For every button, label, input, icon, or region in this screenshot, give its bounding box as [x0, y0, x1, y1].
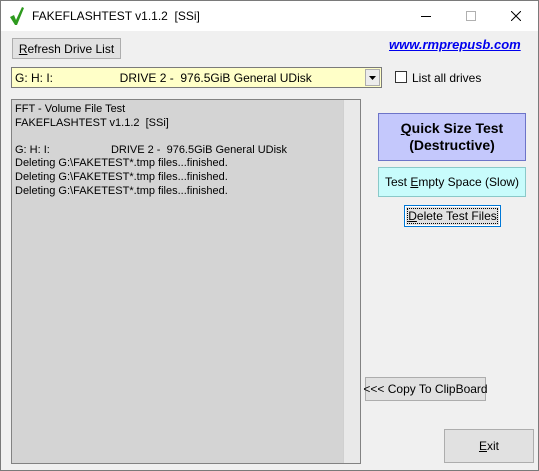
exit-accelerator: E — [478, 439, 487, 453]
test-empty-accelerator: E — [410, 175, 419, 189]
copy-to-clipboard-button[interactable]: <<< Copy To ClipBoard — [363, 377, 488, 401]
log-output[interactable]: FFT - Volume File Test FAKEFLASHTEST v1.1… — [11, 99, 361, 464]
refresh-drive-list-button[interactable]: Refresh Drive List — [12, 38, 121, 59]
log-line: Deleting G:\FAKETEST*.tmp files...finish… — [15, 170, 228, 183]
drive-select-value: G: H: I: DRIVE 2 - 976.5GiB General UDis… — [15, 71, 312, 85]
app-window: FAKEFLASHTEST v1.1.2 [SSi] Refresh Drive… — [0, 0, 539, 471]
quick-size-accelerator: Q — [400, 120, 412, 136]
close-button[interactable] — [493, 1, 538, 31]
log-scrollbar[interactable] — [343, 100, 360, 463]
window-title: FAKEFLASHTEST v1.1.2 [SSi] — [32, 9, 200, 23]
website-link[interactable]: www.rmprepusb.com — [389, 37, 521, 52]
list-all-drives-label[interactable]: List all drives — [412, 71, 481, 85]
log-text: FFT - Volume File Test FAKEFLASHTEST v1.1… — [15, 103, 342, 198]
list-all-drives-checkbox[interactable] — [395, 71, 407, 83]
delete-test-files-button[interactable]: Delete Test Files — [404, 205, 501, 227]
quick-size-label: uick Size Test — [411, 120, 504, 136]
quick-size-test-button[interactable]: Quick Size Test (Destructive) — [378, 113, 526, 161]
quick-size-line1: Quick Size Test — [401, 120, 503, 137]
log-line: G: H: I: DRIVE 2 - 976.5GiB General UDis… — [15, 143, 288, 156]
test-empty-label: mpty Space (Slow) — [418, 175, 520, 189]
minimize-button[interactable] — [403, 1, 449, 31]
minimize-icon — [421, 16, 431, 17]
drive-select-dropdown-button[interactable] — [365, 69, 380, 86]
drive-select[interactable]: G: H: I: DRIVE 2 - 976.5GiB General UDis… — [11, 67, 382, 88]
title-bar[interactable]: FAKEFLASHTEST v1.1.2 [SSi] — [1, 1, 538, 31]
test-empty-space-button[interactable]: Test Empty Space (Slow) — [378, 167, 526, 197]
focus-rectangle — [407, 208, 498, 224]
quick-size-line2: (Destructive) — [409, 137, 495, 153]
test-empty-prefix: Test — [384, 175, 411, 189]
close-icon — [511, 11, 521, 21]
maximize-button[interactable] — [448, 1, 494, 31]
refresh-accelerator: R — [18, 41, 28, 56]
exit-button[interactable]: Exit — [444, 429, 534, 463]
refresh-label: efresh Drive List — [27, 41, 115, 56]
exit-label: xit — [487, 439, 499, 453]
log-line: Deleting G:\FAKETEST*.tmp files...finish… — [15, 157, 228, 170]
maximize-icon — [466, 11, 476, 21]
client-area: Refresh Drive List www.rmprepusb.com G: … — [1, 31, 538, 470]
log-line: Deleting G:\FAKETEST*.tmp files...finish… — [15, 184, 228, 197]
checkmark-icon — [10, 7, 24, 25]
log-line: FAKEFLASHTEST v1.1.2 [SSi] — [15, 116, 169, 129]
log-line: FFT - Volume File Test — [15, 103, 126, 115]
chevron-down-icon — [369, 75, 376, 80]
